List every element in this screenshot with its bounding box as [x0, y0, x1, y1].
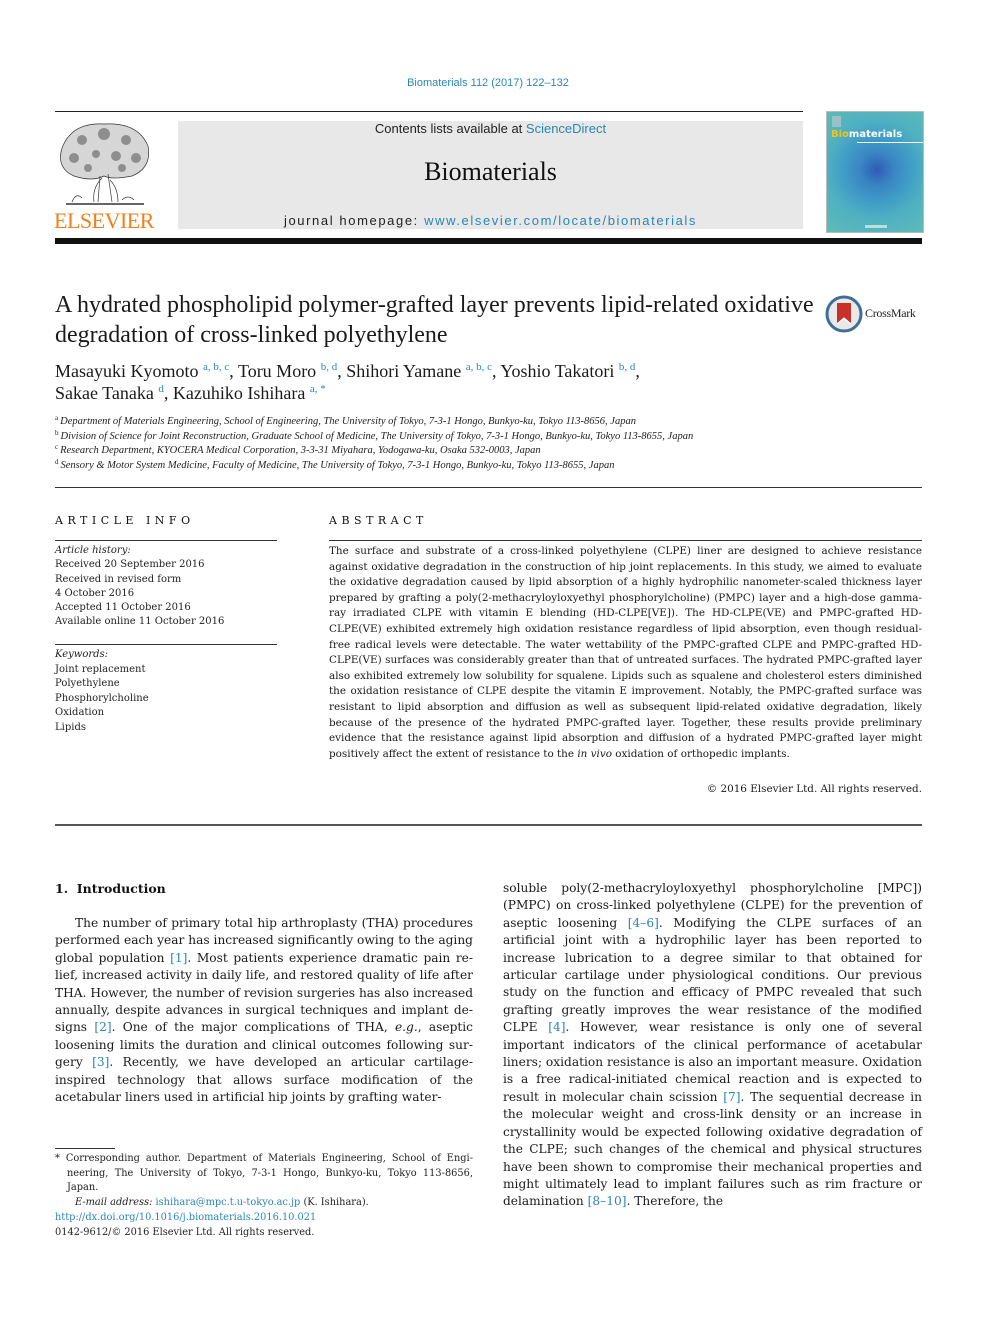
body-text: . One of the major complications of THA,: [111, 1020, 395, 1035]
cover-publisher-mark: [865, 225, 887, 228]
affiliation: d Sensory & Motor System Medicine, Facult…: [55, 457, 615, 471]
journal-citation-link[interactable]: Biomaterials 112 (2017) 122–132: [0, 77, 976, 89]
issn-line: 0142-9612/© 2016 Elsevier Ltd. All right…: [55, 1226, 315, 1238]
header-thick-rule: [55, 238, 922, 244]
homepage-link[interactable]: www.elsevier.com/locate/biomaterials: [424, 213, 697, 228]
doi-block: http://dx.doi.org/10.1016/j.biomaterials…: [55, 1211, 473, 1240]
citation-link[interactable]: [2]: [94, 1020, 111, 1034]
journal-cover-image[interactable]: Biomaterials: [826, 111, 924, 233]
abstract-rule: [329, 540, 922, 541]
citation-link[interactable]: [3]: [92, 1055, 109, 1069]
citation-link[interactable]: [7]: [723, 1090, 740, 1104]
history-item: Accepted 11 October 2016: [55, 602, 191, 614]
cover-emblem-icon: [832, 116, 841, 127]
citation-link[interactable]: [1]: [170, 951, 187, 965]
article-title: A hydrated phospholipid polymer-grafted …: [55, 292, 814, 348]
email-line: E-mail address: ishihara@mpc.t.u-tokyo.a…: [75, 1196, 369, 1208]
citation-link[interactable]: [4]: [548, 1020, 565, 1034]
cover-divider: [857, 142, 923, 143]
author-list: Masayuki Kyomoto a, b, c, Toru Moro b, d…: [55, 361, 640, 403]
author-affiliation-marks[interactable]: a, b, c: [466, 361, 492, 373]
keyword: Lipids: [55, 721, 86, 733]
keywords-label: Keywords:: [55, 649, 109, 660]
crossmark-label: CrossMark: [865, 306, 916, 320]
author-affiliation-marks[interactable]: b, d: [619, 361, 636, 373]
citation-link[interactable]: [8–10]: [588, 1194, 627, 1208]
keywords: Keywords: Joint replacement Polyethylene…: [55, 648, 277, 735]
cover-title: Biomaterials: [831, 129, 903, 140]
italic-text: e.g.: [394, 1020, 418, 1035]
section-heading: 1. Introduction: [55, 881, 166, 896]
elsevier-wordmark: ELSEVIER: [54, 208, 154, 233]
abstract-heading: ABSTRACT: [329, 514, 428, 527]
keyword: Oxidation: [55, 707, 105, 718]
affiliation: c Research Department, KYOCERA Medical Co…: [55, 443, 541, 457]
author-affiliation-marks[interactable]: b, d: [321, 361, 338, 373]
body-rule: [55, 824, 922, 826]
author[interactable]: Sakae Tanaka d: [55, 383, 164, 403]
author-affiliation-marks[interactable]: a, b, c: [203, 361, 229, 373]
citation-link[interactable]: [4–6]: [628, 916, 659, 930]
journal-banner: Contents lists available at ScienceDirec…: [178, 121, 803, 229]
footnote-rule: [55, 1148, 115, 1149]
keyword: Phosphorylcholine: [55, 692, 149, 704]
elsevier-logo: ELSEVIER: [52, 118, 156, 234]
homepage-prefix: journal homepage:: [283, 213, 425, 228]
author[interactable]: Kazuhiko Ishihara a, *: [173, 383, 326, 403]
elsevier-tree-icon: [60, 123, 149, 205]
email-link[interactable]: ishihara@mpc.t.u-tokyo.ac.jp: [156, 1197, 301, 1208]
journal-name: Biomaterials: [424, 157, 557, 186]
body-text: . Recently, we have developed an articul…: [55, 1055, 473, 1105]
history-item: 4 October 2016: [55, 587, 135, 599]
article-history: Article history: Received 20 September 2…: [55, 544, 277, 630]
body-text: . Modifying the CLPE surfaces of an arti…: [503, 915, 922, 1035]
doi-link[interactable]: http://dx.doi.org/10.1016/j.biomaterials…: [55, 1212, 316, 1223]
abstract-text: The surface and substrate of a cross-lin…: [329, 545, 922, 760]
keyword: Polyethylene: [55, 678, 120, 689]
journal-homepage: journal homepage: www.elsevier.com/locat…: [178, 213, 803, 228]
history-item: Received 20 September 2016: [55, 559, 205, 571]
history-label: Article history:: [55, 545, 131, 556]
author-affiliation-marks[interactable]: a, *: [310, 383, 326, 395]
contents-prefix: Contents lists available at: [374, 121, 526, 136]
history-item: Available online 11 October 2016: [55, 616, 225, 628]
header-rule: [55, 111, 803, 112]
article-info-heading: ARTICLE INFO: [55, 514, 195, 527]
author[interactable]: Masayuki Kyomoto a, b, c: [55, 361, 229, 381]
affiliation: a Department of Materials Engineering, Sc…: [55, 414, 636, 428]
body-text: . Therefore, the: [626, 1194, 724, 1209]
info-rule: [55, 644, 277, 645]
author[interactable]: Shihori Yamane a, b, c: [346, 361, 492, 381]
crossmark-icon: [825, 295, 863, 333]
history-item: Received in revised form: [55, 573, 182, 585]
body-column-left: The number of primary total hip arthropl…: [55, 915, 473, 1106]
affiliation-list: a Department of Materials Engineering, Sc…: [55, 415, 915, 473]
author[interactable]: Toru Moro b, d: [238, 361, 337, 381]
crossmark-button[interactable]: CrossMark: [825, 295, 925, 335]
corresponding-author-footnote: * Corresponding author. Department of Ma…: [55, 1152, 473, 1210]
body-text: . The sequential decrease in the molecul…: [503, 1089, 923, 1209]
body-column-right: soluble poly(2-methacryloyloxyethyl phos…: [503, 880, 922, 1211]
affiliation-rule: [55, 487, 922, 488]
contents-line: Contents lists available at ScienceDirec…: [178, 121, 803, 136]
author[interactable]: Yoshio Takatori b, d: [500, 361, 635, 381]
sciencedirect-link[interactable]: ScienceDirect: [526, 121, 606, 136]
abstract-copyright: © 2016 Elsevier Ltd. All rights reserved…: [706, 783, 922, 795]
corresponding-note: * Corresponding author. Department of Ma…: [55, 1153, 473, 1193]
affiliation: b Division of Science for Joint Reconstru…: [55, 428, 694, 442]
keyword: Joint replacement: [55, 663, 146, 675]
info-rule: [55, 540, 277, 541]
